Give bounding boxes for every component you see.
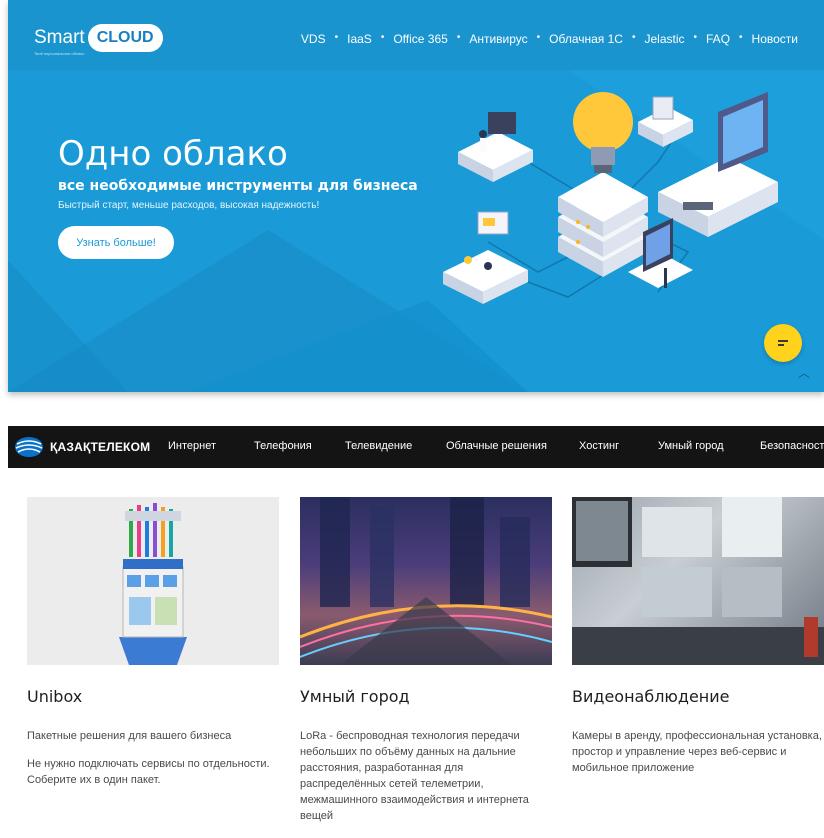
menu-item-hosting[interactable]: Хостинг bbox=[579, 440, 619, 452]
card-title: Unibox bbox=[27, 687, 83, 706]
card-paragraph: Пакетные решения для вашего бизнеса bbox=[27, 730, 232, 742]
nav-separator: • bbox=[536, 32, 541, 43]
nav-link-news[interactable]: Новости bbox=[752, 32, 798, 46]
chevron-up-icon[interactable]: ︿ bbox=[798, 364, 810, 381]
menu-item-security[interactable]: Безопасность bbox=[760, 440, 824, 452]
analyst-desk bbox=[458, 112, 533, 182]
smartcloud-hero: Smart CLOUD Твоё персональное облако VDS… bbox=[8, 0, 824, 392]
nav-separator: • bbox=[456, 32, 461, 43]
card-smart-city[interactable]: Умный город LoRa - беспроводная технолог… bbox=[300, 497, 552, 822]
nav-link-faq[interactable]: FAQ bbox=[706, 32, 730, 46]
card-paragraph: Камеры в аренду, профессиональная устано… bbox=[572, 730, 822, 774]
kazakhtelecom-navbar: ҚАЗАҚТЕЛЕКОМ Интернет Телефония Телевиде… bbox=[8, 426, 824, 468]
card-video-surveillance[interactable]: Видеонаблюдение Камеры в аренду, професс… bbox=[572, 497, 824, 774]
card-paragraph: LoRa - беспроводная технология передачи … bbox=[300, 730, 529, 822]
video-surveillance-image bbox=[572, 497, 824, 665]
hero-header: Smart CLOUD Твоё персональное облако VDS… bbox=[8, 0, 824, 68]
nav-separator: • bbox=[739, 32, 743, 43]
nav-link-antivirus[interactable]: Антивирус bbox=[469, 32, 527, 46]
logo-cloud-badge: CLOUD bbox=[87, 24, 163, 52]
learn-more-button[interactable]: Узнать больше! bbox=[58, 226, 174, 259]
menu-item-television[interactable]: Телевидение bbox=[345, 440, 412, 452]
card-title: Видеонаблюдение bbox=[572, 687, 730, 706]
smartcloud-logo[interactable]: Smart CLOUD bbox=[34, 24, 163, 52]
card-description: Пакетные решения для вашего бизнеса Не н… bbox=[27, 728, 279, 800]
kazakhtelecom-menu: Интернет Телефония Телевидение Облачные … bbox=[8, 426, 824, 468]
hero-subtitle: все необходимые инструменты для бизнеса bbox=[58, 178, 418, 194]
card-unibox[interactable]: Unibox Пакетные решения для вашего бизне… bbox=[27, 497, 279, 786]
menu-item-internet[interactable]: Интернет bbox=[168, 440, 216, 452]
card-description: LoRa - беспроводная технология передачи … bbox=[300, 728, 552, 836]
light-bulb-icon bbox=[573, 92, 633, 173]
hero-description: Быстрый старт, меньше расходов, высокая … bbox=[58, 200, 320, 211]
nav-separator: • bbox=[693, 32, 698, 43]
cloud-infrastructure-illustration bbox=[443, 92, 778, 304]
menu-item-telephony[interactable]: Телефония bbox=[254, 440, 312, 452]
nav-link-iaas[interactable]: IaaS bbox=[347, 32, 372, 46]
nav-separator: • bbox=[334, 32, 339, 43]
nav-link-vds[interactable]: VDS bbox=[301, 32, 326, 46]
nav-link-office365[interactable]: Office 365 bbox=[393, 32, 447, 46]
card-paragraph: Не нужно подключать сервисы по отдельнос… bbox=[27, 758, 270, 786]
smartcloud-nav: VDS • IaaS • Office 365 • Антивирус • Об… bbox=[301, 32, 798, 46]
menu-item-cloud-solutions[interactable]: Облачные решения bbox=[446, 440, 547, 452]
nav-link-jelastic[interactable]: Jelastic bbox=[644, 32, 684, 46]
logo-smart-text: Smart bbox=[34, 27, 85, 48]
card-description: Камеры в аренду, профессиональная устано… bbox=[572, 728, 824, 788]
menu-item-smart-city[interactable]: Умный город bbox=[658, 440, 724, 452]
nav-separator: • bbox=[380, 32, 385, 43]
card-title: Умный город bbox=[300, 687, 410, 706]
nav-link-cloud-1c[interactable]: Облачная 1С bbox=[549, 32, 623, 46]
logo-tagline: Твоё персональное облако bbox=[34, 51, 85, 56]
unibox-image bbox=[27, 497, 279, 665]
smart-city-image bbox=[300, 497, 552, 665]
chat-bubble-icon[interactable] bbox=[764, 324, 802, 362]
hero-title: Одно облако bbox=[58, 134, 288, 174]
nav-separator: • bbox=[631, 32, 636, 43]
